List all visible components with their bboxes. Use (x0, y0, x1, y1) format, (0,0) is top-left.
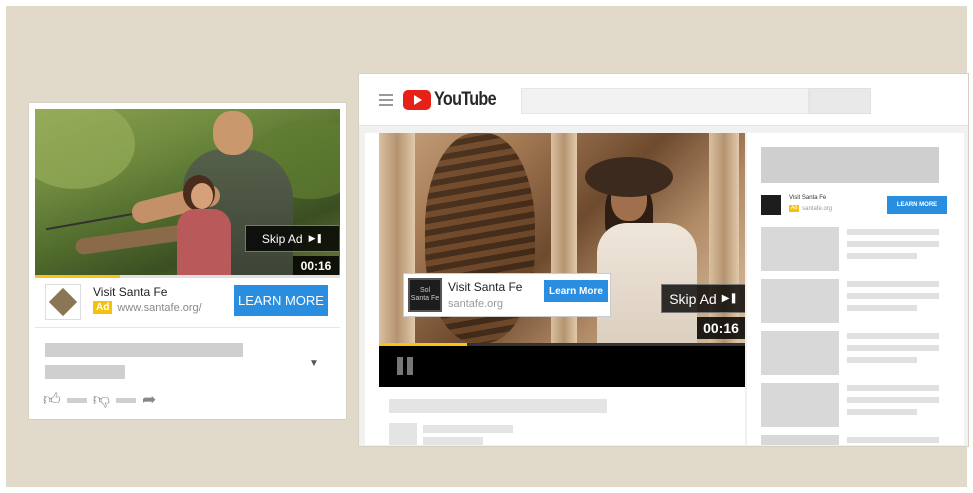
foliage (35, 109, 135, 189)
subtitle-placeholder (45, 365, 125, 379)
learn-more-button[interactable]: Learn More (544, 280, 608, 302)
learn-more-button[interactable]: LEARN MORE (234, 285, 328, 316)
search-input[interactable] (521, 88, 809, 114)
youtube-play-icon (403, 90, 431, 110)
desktop-progress-bar[interactable] (379, 343, 745, 346)
title-placeholder (45, 343, 243, 357)
man-head (213, 111, 253, 155)
sidebar-advertiser-name: Visit Santa Fe (789, 195, 827, 201)
related-thumb-placeholder (761, 279, 839, 323)
channel-name-placeholder (423, 425, 513, 433)
mobile-ad-mockup: Skip Ad ▶❚ 00:16 Visit Santa Fe Ad www.s… (28, 102, 347, 420)
advertiser-name: Visit Santa Fe (93, 285, 168, 299)
logo-diamond-icon (48, 287, 78, 317)
skip-ad-label: Skip Ad (261, 231, 303, 246)
related-text-placeholder (847, 333, 939, 339)
video-title-placeholder (389, 399, 607, 413)
sidebar-ad-subline: Ad santafe.org (789, 205, 832, 212)
related-text-placeholder (847, 253, 917, 259)
ad-badge: Ad (789, 205, 800, 212)
desktop-progress-fill (379, 343, 467, 346)
skip-next-icon: ▶❚ (308, 233, 324, 243)
divider (35, 327, 340, 328)
related-text-placeholder (847, 437, 939, 443)
ad-badge: Ad (93, 301, 113, 314)
girl-figure (177, 209, 231, 275)
ad-timer: 00:16 (293, 256, 339, 275)
mobile-ad-bar[interactable]: Visit Santa Fe Ad www.santafe.org/ LEARN… (35, 279, 340, 327)
related-text-placeholder (847, 397, 939, 403)
share-icon[interactable]: ➦ (142, 391, 156, 409)
mobile-action-row: 👍︎ 👎︎ ➦ (43, 391, 156, 409)
dislike-count-placeholder (116, 397, 137, 403)
video-ad-card[interactable]: Sol Santa Fe Visit Santa Fe santafe.org … (403, 273, 611, 317)
player-controls (379, 343, 745, 387)
advertiser-url[interactable]: www.santafe.org/ (117, 302, 201, 314)
skip-ad-label: Skip Ad (669, 290, 717, 307)
woman-figure (597, 223, 697, 343)
skip-ad-button[interactable]: Skip Ad ▶❚ (661, 284, 745, 313)
advertiser-logo (45, 284, 81, 320)
skip-next-icon: ▶❚ (721, 293, 738, 304)
hamburger-icon[interactable] (379, 94, 393, 106)
related-text-placeholder (847, 345, 939, 351)
desktop-youtube-mockup: YouTube Sol Santa Fe Visit Santa Fe sant… (358, 73, 969, 447)
girl-face (191, 183, 213, 209)
related-text-placeholder (847, 281, 939, 287)
sidebar: Visit Santa Fe Ad santafe.org LEARN MORE (747, 133, 964, 445)
related-thumb-placeholder (761, 435, 839, 445)
advertiser-logo: Sol Santa Fe (408, 278, 442, 312)
mobile-video-player[interactable]: Skip Ad ▶❚ 00:16 (35, 109, 340, 275)
related-text-placeholder (847, 229, 939, 235)
youtube-logo[interactable]: YouTube (403, 89, 507, 111)
mobile-progress-fill (35, 275, 121, 278)
thumbs-up-icon[interactable]: 👍︎ (43, 391, 61, 409)
watch-area: Sol Santa Fe Visit Santa Fe santafe.org … (365, 133, 745, 445)
advertiser-url[interactable]: santafe.org (448, 298, 503, 310)
related-text-placeholder (847, 241, 939, 247)
advertiser-name: Visit Santa Fe (448, 280, 523, 294)
background-canvas: Skip Ad ▶❚ 00:16 Visit Santa Fe Ad www.s… (6, 6, 969, 487)
mobile-progress-bar[interactable] (35, 275, 340, 278)
skip-ad-button[interactable]: Skip Ad ▶❚ (245, 225, 339, 252)
chevron-down-icon[interactable]: ▼ (309, 358, 319, 369)
ad-subline: Ad www.santafe.org/ (93, 301, 202, 314)
related-text-placeholder (847, 305, 917, 311)
related-text-placeholder (847, 385, 939, 391)
related-text-placeholder (847, 357, 917, 363)
sidebar-advertiser-url[interactable]: santafe.org (802, 206, 832, 212)
related-text-placeholder (847, 293, 939, 299)
related-thumb-placeholder (761, 331, 839, 375)
related-thumb-placeholder (761, 383, 839, 427)
related-text-placeholder (847, 409, 917, 415)
woman-hat (585, 157, 673, 197)
pause-icon[interactable] (397, 357, 413, 375)
related-thumb-placeholder (761, 227, 839, 271)
like-count-placeholder (66, 397, 87, 403)
sidebar-ad[interactable]: Visit Santa Fe Ad santafe.org LEARN MORE (761, 195, 947, 219)
search-button[interactable] (809, 88, 871, 114)
youtube-header: YouTube (359, 74, 968, 126)
thumbs-down-icon[interactable]: 👎︎ (93, 391, 110, 409)
channel-avatar-placeholder (389, 423, 417, 445)
channel-meta-placeholder (423, 437, 483, 445)
ad-timer: 00:16 (697, 317, 745, 339)
youtube-wordmark: YouTube (434, 89, 497, 110)
sidebar-learn-more-button[interactable]: LEARN MORE (887, 196, 947, 214)
sidebar-banner-placeholder (761, 147, 939, 183)
advertiser-logo (761, 195, 781, 215)
desktop-video-player[interactable]: Sol Santa Fe Visit Santa Fe santafe.org … (379, 133, 745, 343)
